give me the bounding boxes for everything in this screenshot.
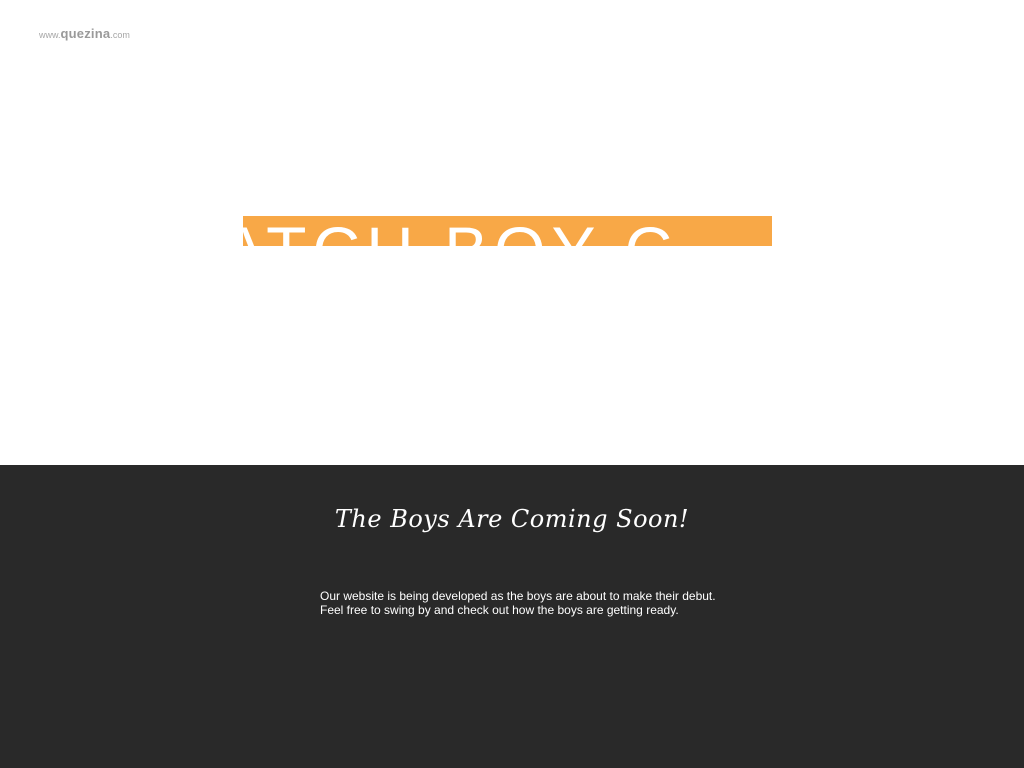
- intro-line: Feel free to swing by and check out how …: [320, 603, 679, 617]
- intro-paragraph: Our website is being developed as the bo…: [320, 589, 716, 617]
- page: www.quezina.com ATCH BOY C The Boys Are …: [0, 0, 1024, 768]
- brand-banner: ATCH BOY C: [243, 216, 772, 246]
- logo-suffix: .com: [110, 30, 130, 40]
- content-section: The Boys Are Coming Soon! Our website is…: [0, 465, 1024, 768]
- logo-prefix: www.: [39, 30, 61, 40]
- brand-banner-text: ATCH BOY C: [243, 217, 678, 246]
- intro-line: Our website is being developed as the bo…: [320, 589, 716, 603]
- page-title: The Boys Are Coming Soon!: [334, 505, 690, 533]
- logo-name: quezina: [60, 26, 111, 41]
- site-logo[interactable]: www.quezina.com: [39, 26, 130, 42]
- header-section: www.quezina.com ATCH BOY C: [0, 0, 1024, 465]
